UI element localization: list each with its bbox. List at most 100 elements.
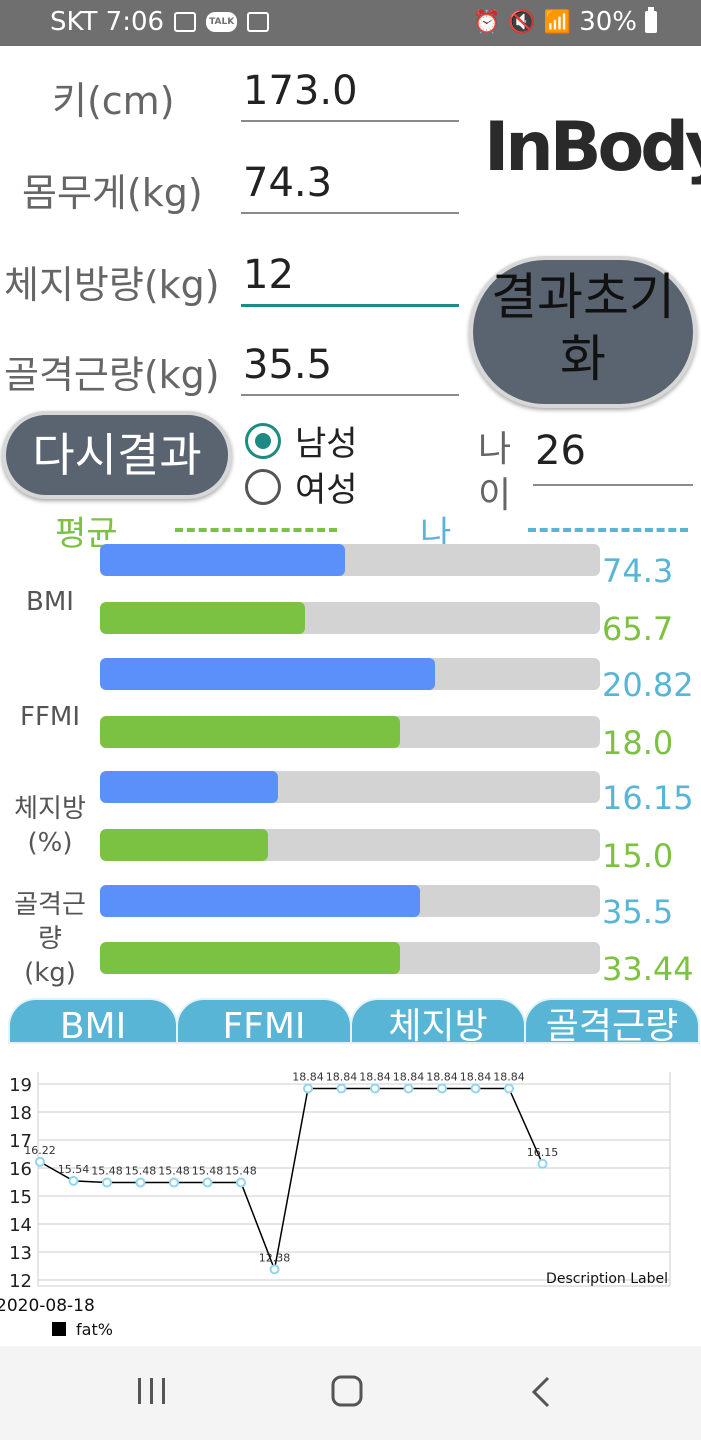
data-point-label: 12.38	[259, 1251, 291, 1264]
height-label: 키(cm)	[52, 79, 175, 123]
my-value-text: 74.3	[602, 552, 674, 590]
y-tick-label: 18	[9, 1103, 32, 1124]
legend-swatch	[52, 1322, 66, 1336]
fat-percent-series-line	[39, 1087, 544, 1273]
female-radio-row[interactable]: 여성	[245, 462, 358, 511]
y-tick-label: 14	[9, 1215, 32, 1236]
battery-icon	[645, 7, 657, 33]
data-point	[68, 1175, 79, 1186]
talk-icon: TALK	[206, 12, 238, 32]
my-value-text: 20.82	[602, 666, 694, 704]
tab-body-fat[interactable]: 체지방	[350, 998, 526, 1044]
data-point	[504, 1083, 514, 1094]
reset-results-button[interactable]: 결과초기 화	[469, 256, 697, 408]
average-value-bar-fill	[100, 602, 305, 634]
reset-button-line2: 화	[560, 330, 606, 388]
average-value-bar	[100, 602, 600, 634]
average-value-text: 33.44	[602, 950, 694, 988]
height-field[interactable]: 173.0	[241, 56, 459, 122]
data-point-label: 16.15	[527, 1146, 559, 1159]
female-label: 여성	[295, 470, 358, 510]
weight-field[interactable]: 74.3	[241, 148, 459, 214]
home-icon[interactable]	[330, 1374, 366, 1410]
metric-label: 골격근 량 (kg)	[14, 890, 86, 988]
data-point-label: 18.84	[426, 1070, 458, 1083]
fat-label: 체지방량(kg)	[4, 263, 220, 307]
wifi-icon: 📶	[543, 9, 572, 35]
weight-value: 74.3	[243, 160, 333, 206]
data-point	[403, 1083, 414, 1094]
data-point-label: 15.48	[192, 1165, 224, 1178]
metric-label: FFMI	[19, 702, 80, 732]
gallery-icon	[174, 12, 197, 32]
fat-value: 12	[243, 252, 294, 298]
data-point	[437, 1083, 447, 1094]
data-point	[370, 1083, 380, 1094]
data-point-label: 16.22	[24, 1144, 56, 1157]
data-point	[236, 1177, 246, 1188]
male-label: 남성	[295, 424, 358, 464]
average-value-bar-fill	[100, 942, 400, 974]
data-point	[169, 1177, 179, 1188]
tab-skeletal-muscle[interactable]: 골격근량	[524, 998, 700, 1044]
muscle-value: 35.5	[243, 342, 333, 388]
male-radio[interactable]	[245, 422, 281, 459]
tab-bmi[interactable]: BMI	[8, 998, 178, 1044]
average-value-bar-fill	[100, 829, 268, 861]
average-value-bar-fill	[100, 716, 400, 748]
male-radio-row[interactable]: 남성	[245, 416, 358, 465]
my-value-bar	[100, 544, 600, 576]
age-value: 26	[535, 428, 586, 474]
muscle-field[interactable]: 35.5	[241, 330, 459, 396]
data-point-label: 18.84	[493, 1070, 525, 1083]
fat-percent-line-chart: 121314151617181916.2215.54 15.48 15.48 15.4…	[0, 1070, 671, 1339]
height-value: 173.0	[243, 68, 358, 114]
my-value-bar	[100, 658, 600, 690]
y-tick-label: 16	[9, 1159, 32, 1180]
data-point	[336, 1083, 347, 1094]
navigation-bar	[0, 1346, 701, 1440]
data-point-label: 15.48	[91, 1165, 123, 1178]
y-tick-label: 12	[9, 1271, 32, 1292]
data-point-label: 18.84	[393, 1070, 425, 1083]
data-point-label: 15.48	[158, 1165, 190, 1178]
average-value-bar	[100, 716, 600, 748]
data-point-label: 15.54	[58, 1163, 90, 1176]
female-radio[interactable]	[245, 468, 281, 505]
data-point-label: 18.84	[326, 1070, 358, 1083]
data-point	[470, 1083, 481, 1094]
status-bar: SKT 7:06 TALK ⏰ 🔇 📶 30%	[0, 0, 701, 46]
data-point-label: 18.84	[460, 1070, 492, 1083]
muscle-label: 골격근량(kg)	[4, 353, 220, 397]
back-icon[interactable]	[530, 1374, 554, 1410]
alarm-icon: ⏰	[472, 9, 501, 35]
tab-ffmi[interactable]: FFMI	[176, 998, 352, 1044]
y-tick-label: 13	[9, 1243, 32, 1264]
data-point	[537, 1158, 548, 1169]
data-point	[269, 1264, 280, 1275]
average-value-bar	[100, 942, 600, 974]
fat-field[interactable]: 12	[241, 238, 459, 307]
data-point-label: 15.48	[125, 1165, 157, 1178]
my-value-bar-fill	[100, 658, 435, 690]
data-point	[102, 1177, 112, 1188]
age-field[interactable]: 26	[533, 424, 693, 486]
recalculate-button[interactable]: 다시결과	[2, 411, 232, 499]
data-point-label: 18.84	[292, 1070, 324, 1083]
data-point	[202, 1177, 213, 1188]
screen-recorder-icon	[247, 12, 270, 32]
data-point	[35, 1156, 45, 1167]
x-start-label: 2020-08-18	[0, 1296, 95, 1316]
my-value-text: 35.5	[602, 893, 674, 931]
data-point	[303, 1083, 313, 1094]
chart-description-label: Description Label	[546, 1271, 668, 1287]
recent-apps-icon[interactable]	[136, 1374, 168, 1408]
metric-label: 체지방 (%)	[14, 794, 86, 858]
my-value-bar-fill	[100, 544, 345, 576]
y-tick-label: 19	[9, 1075, 32, 1096]
my-value-text: 16.15	[602, 779, 694, 817]
average-value-text: 18.0	[602, 724, 674, 762]
my-value-bar-fill	[100, 771, 278, 803]
reset-button-line1: 결과초기	[491, 268, 675, 326]
data-point-label: 15.48	[225, 1165, 257, 1178]
